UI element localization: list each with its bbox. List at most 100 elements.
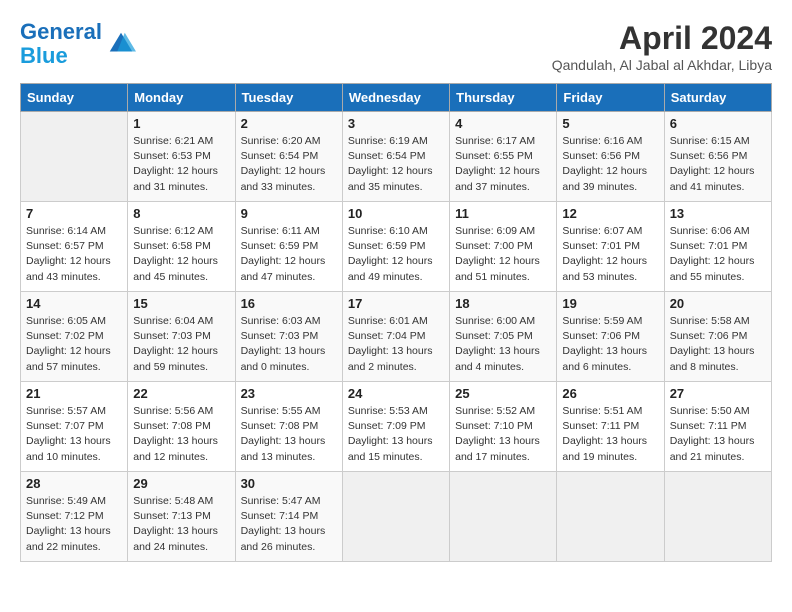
day-number: 8 bbox=[133, 206, 229, 221]
day-number: 13 bbox=[670, 206, 766, 221]
day-cell: 22 Sunrise: 5:56 AM Sunset: 7:08 PM Dayli… bbox=[128, 382, 235, 472]
day-cell: 8 Sunrise: 6:12 AM Sunset: 6:58 PM Daylig… bbox=[128, 202, 235, 292]
day-info: Sunrise: 5:47 AM Sunset: 7:14 PM Dayligh… bbox=[241, 494, 337, 555]
day-cell: 20 Sunrise: 5:58 AM Sunset: 7:06 PM Dayli… bbox=[664, 292, 771, 382]
day-number: 2 bbox=[241, 116, 337, 131]
header-saturday: Saturday bbox=[664, 84, 771, 112]
header-monday: Monday bbox=[128, 84, 235, 112]
day-info: Sunrise: 6:12 AM Sunset: 6:58 PM Dayligh… bbox=[133, 224, 229, 285]
day-info: Sunrise: 5:51 AM Sunset: 7:11 PM Dayligh… bbox=[562, 404, 658, 465]
day-cell: 9 Sunrise: 6:11 AM Sunset: 6:59 PM Daylig… bbox=[235, 202, 342, 292]
day-cell: 17Sunrise: 6:01 AM Sunset: 7:04 PM Dayli… bbox=[342, 292, 449, 382]
day-number: 26 bbox=[562, 386, 658, 401]
day-info: Sunrise: 6:14 AM Sunset: 6:57 PM Dayligh… bbox=[26, 224, 122, 285]
day-number: 16 bbox=[241, 296, 337, 311]
day-info: Sunrise: 5:52 AM Sunset: 7:10 PM Dayligh… bbox=[455, 404, 551, 465]
day-cell: 1 Sunrise: 6:21 AM Sunset: 6:53 PM Daylig… bbox=[128, 112, 235, 202]
day-number: 29 bbox=[133, 476, 229, 491]
day-info: Sunrise: 5:48 AM Sunset: 7:13 PM Dayligh… bbox=[133, 494, 229, 555]
day-cell: 14Sunrise: 6:05 AM Sunset: 7:02 PM Dayli… bbox=[21, 292, 128, 382]
day-number: 3 bbox=[348, 116, 444, 131]
day-cell: 29 Sunrise: 5:48 AM Sunset: 7:13 PM Dayli… bbox=[128, 472, 235, 562]
day-number: 18 bbox=[455, 296, 551, 311]
day-info: Sunrise: 6:11 AM Sunset: 6:59 PM Dayligh… bbox=[241, 224, 337, 285]
header-thursday: Thursday bbox=[450, 84, 557, 112]
day-number: 30 bbox=[241, 476, 337, 491]
week-row-3: 14Sunrise: 6:05 AM Sunset: 7:02 PM Dayli… bbox=[21, 292, 772, 382]
logo: GeneralBlue bbox=[20, 20, 136, 68]
day-number: 22 bbox=[133, 386, 229, 401]
day-info: Sunrise: 5:56 AM Sunset: 7:08 PM Dayligh… bbox=[133, 404, 229, 465]
day-number: 28 bbox=[26, 476, 122, 491]
day-number: 24 bbox=[348, 386, 444, 401]
week-row-5: 28 Sunrise: 5:49 AM Sunset: 7:12 PM Dayli… bbox=[21, 472, 772, 562]
day-number: 21 bbox=[26, 386, 122, 401]
day-number: 19 bbox=[562, 296, 658, 311]
week-row-2: 7 Sunrise: 6:14 AM Sunset: 6:57 PM Daylig… bbox=[21, 202, 772, 292]
day-cell: 13Sunrise: 6:06 AM Sunset: 7:01 PM Dayli… bbox=[664, 202, 771, 292]
page-header: GeneralBlue April 2024 Qandulah, Al Jaba… bbox=[20, 20, 772, 73]
day-info: Sunrise: 6:15 AM Sunset: 6:56 PM Dayligh… bbox=[670, 134, 766, 195]
day-cell bbox=[664, 472, 771, 562]
day-cell: 4 Sunrise: 6:17 AM Sunset: 6:55 PM Daylig… bbox=[450, 112, 557, 202]
day-cell: 11 Sunrise: 6:09 AM Sunset: 7:00 PM Dayli… bbox=[450, 202, 557, 292]
day-number: 11 bbox=[455, 206, 551, 221]
day-number: 15 bbox=[133, 296, 229, 311]
day-cell: 6Sunrise: 6:15 AM Sunset: 6:56 PM Daylig… bbox=[664, 112, 771, 202]
day-cell: 27Sunrise: 5:50 AM Sunset: 7:11 PM Dayli… bbox=[664, 382, 771, 472]
day-number: 1 bbox=[133, 116, 229, 131]
header-friday: Friday bbox=[557, 84, 664, 112]
day-info: Sunrise: 6:00 AM Sunset: 7:05 PM Dayligh… bbox=[455, 314, 551, 375]
day-cell: 30 Sunrise: 5:47 AM Sunset: 7:14 PM Dayli… bbox=[235, 472, 342, 562]
day-number: 4 bbox=[455, 116, 551, 131]
day-cell: 26 Sunrise: 5:51 AM Sunset: 7:11 PM Dayli… bbox=[557, 382, 664, 472]
week-row-4: 21 Sunrise: 5:57 AM Sunset: 7:07 PM Dayli… bbox=[21, 382, 772, 472]
day-info: Sunrise: 6:07 AM Sunset: 7:01 PM Dayligh… bbox=[562, 224, 658, 285]
day-cell bbox=[21, 112, 128, 202]
day-info: Sunrise: 6:21 AM Sunset: 6:53 PM Dayligh… bbox=[133, 134, 229, 195]
day-info: Sunrise: 6:04 AM Sunset: 7:03 PM Dayligh… bbox=[133, 314, 229, 375]
day-info: Sunrise: 6:10 AM Sunset: 6:59 PM Dayligh… bbox=[348, 224, 444, 285]
day-number: 9 bbox=[241, 206, 337, 221]
day-cell: 12Sunrise: 6:07 AM Sunset: 7:01 PM Dayli… bbox=[557, 202, 664, 292]
day-info: Sunrise: 6:05 AM Sunset: 7:02 PM Dayligh… bbox=[26, 314, 122, 375]
day-info: Sunrise: 5:57 AM Sunset: 7:07 PM Dayligh… bbox=[26, 404, 122, 465]
day-number: 20 bbox=[670, 296, 766, 311]
logo-icon bbox=[106, 29, 136, 59]
title-block: April 2024 Qandulah, Al Jabal al Akhdar,… bbox=[552, 20, 772, 73]
header-sunday: Sunday bbox=[21, 84, 128, 112]
day-info: Sunrise: 6:17 AM Sunset: 6:55 PM Dayligh… bbox=[455, 134, 551, 195]
day-info: Sunrise: 6:03 AM Sunset: 7:03 PM Dayligh… bbox=[241, 314, 337, 375]
day-info: Sunrise: 6:20 AM Sunset: 6:54 PM Dayligh… bbox=[241, 134, 337, 195]
day-cell: 3Sunrise: 6:19 AM Sunset: 6:54 PM Daylig… bbox=[342, 112, 449, 202]
day-info: Sunrise: 5:49 AM Sunset: 7:12 PM Dayligh… bbox=[26, 494, 122, 555]
logo-text: GeneralBlue bbox=[20, 20, 102, 68]
day-cell bbox=[557, 472, 664, 562]
day-cell: 23Sunrise: 5:55 AM Sunset: 7:08 PM Dayli… bbox=[235, 382, 342, 472]
day-cell: 24 Sunrise: 5:53 AM Sunset: 7:09 PM Dayli… bbox=[342, 382, 449, 472]
day-info: Sunrise: 5:50 AM Sunset: 7:11 PM Dayligh… bbox=[670, 404, 766, 465]
location: Qandulah, Al Jabal al Akhdar, Libya bbox=[552, 57, 772, 73]
day-number: 23 bbox=[241, 386, 337, 401]
day-number: 25 bbox=[455, 386, 551, 401]
day-cell: 16 Sunrise: 6:03 AM Sunset: 7:03 PM Dayli… bbox=[235, 292, 342, 382]
day-info: Sunrise: 5:53 AM Sunset: 7:09 PM Dayligh… bbox=[348, 404, 444, 465]
day-cell: 28 Sunrise: 5:49 AM Sunset: 7:12 PM Dayli… bbox=[21, 472, 128, 562]
day-number: 10 bbox=[348, 206, 444, 221]
day-info: Sunrise: 5:59 AM Sunset: 7:06 PM Dayligh… bbox=[562, 314, 658, 375]
day-cell bbox=[342, 472, 449, 562]
day-cell: 5Sunrise: 6:16 AM Sunset: 6:56 PM Daylig… bbox=[557, 112, 664, 202]
calendar-header-row: SundayMondayTuesdayWednesdayThursdayFrid… bbox=[21, 84, 772, 112]
day-number: 5 bbox=[562, 116, 658, 131]
calendar-table: SundayMondayTuesdayWednesdayThursdayFrid… bbox=[20, 83, 772, 562]
day-cell: 25 Sunrise: 5:52 AM Sunset: 7:10 PM Dayli… bbox=[450, 382, 557, 472]
day-cell: 10 Sunrise: 6:10 AM Sunset: 6:59 PM Dayli… bbox=[342, 202, 449, 292]
header-tuesday: Tuesday bbox=[235, 84, 342, 112]
day-number: 7 bbox=[26, 206, 122, 221]
month-title: April 2024 bbox=[552, 20, 772, 57]
day-info: Sunrise: 6:01 AM Sunset: 7:04 PM Dayligh… bbox=[348, 314, 444, 375]
day-info: Sunrise: 6:09 AM Sunset: 7:00 PM Dayligh… bbox=[455, 224, 551, 285]
day-cell: 19 Sunrise: 5:59 AM Sunset: 7:06 PM Dayli… bbox=[557, 292, 664, 382]
day-info: Sunrise: 5:58 AM Sunset: 7:06 PM Dayligh… bbox=[670, 314, 766, 375]
day-cell: 18 Sunrise: 6:00 AM Sunset: 7:05 PM Dayli… bbox=[450, 292, 557, 382]
